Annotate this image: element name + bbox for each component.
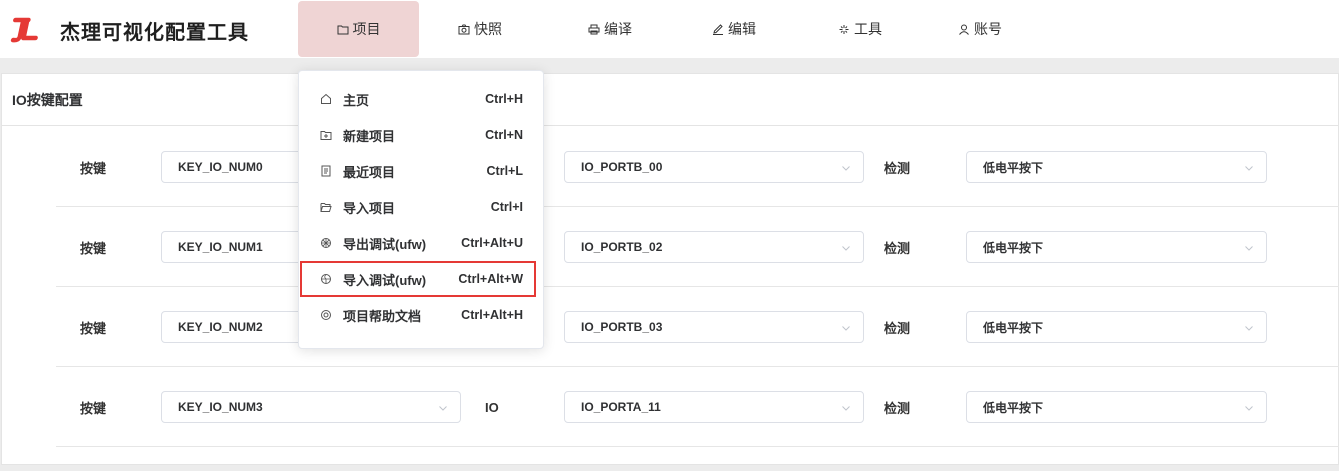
menu-item-label: 导入项目 bbox=[343, 200, 396, 216]
config-row: 按键 KEY_IO_NUM2 IO IO_PORTB_03 检测 低电平按下 bbox=[56, 287, 1339, 367]
detect-label: 检测 bbox=[884, 320, 911, 336]
menu-item-shortcut: Ctrl+Alt+H bbox=[461, 308, 523, 322]
menu-item-project-help[interactable]: 项目帮助文档 Ctrl+Alt+H bbox=[299, 297, 543, 333]
export-debug-icon bbox=[319, 236, 333, 250]
menu-item-shortcut: Ctrl+L bbox=[486, 164, 523, 178]
menu-item-label: 导出调试(ufw) bbox=[343, 236, 427, 252]
config-row: 按键 KEY_IO_NUM1 IO IO_PORTB_02 检测 低电平按下 bbox=[56, 207, 1339, 287]
menu-item-label: 导入调试(ufw) bbox=[343, 272, 427, 288]
help-icon bbox=[319, 308, 333, 322]
key-label: 按键 bbox=[80, 320, 107, 336]
sparkle-icon bbox=[838, 24, 850, 35]
project-dropdown-menu: 主页 Ctrl+H 新建项目 Ctrl+N 最近项目 Ctrl+L 导入项目 C… bbox=[298, 70, 544, 349]
nav-compile[interactable]: 编译 bbox=[570, 1, 650, 57]
top-bar: 杰理可视化配置工具 项目 快照 编译 编辑 工具 账号 bbox=[0, 0, 1339, 58]
menu-item-label: 新建项目 bbox=[343, 128, 396, 144]
printer-icon bbox=[588, 24, 600, 35]
detect-select[interactable]: 低电平按下 bbox=[966, 391, 1267, 423]
chevron-down-icon bbox=[841, 162, 851, 176]
detect-label: 检测 bbox=[884, 240, 911, 256]
nav-project-label: 项目 bbox=[352, 21, 381, 37]
chevron-down-icon bbox=[841, 402, 851, 416]
menu-item-shortcut: Ctrl+Alt+U bbox=[461, 236, 523, 250]
key-label: 按键 bbox=[80, 160, 107, 176]
detect-select-value: 低电平按下 bbox=[983, 240, 1044, 255]
nav-edit[interactable]: 编辑 bbox=[694, 1, 774, 57]
menu-item-shortcut: Ctrl+H bbox=[485, 92, 523, 106]
detect-select-value: 低电平按下 bbox=[983, 320, 1044, 335]
user-icon bbox=[958, 24, 970, 35]
chevron-down-icon bbox=[1244, 162, 1254, 176]
folder-open-icon bbox=[319, 200, 333, 214]
io-select-value: IO_PORTB_00 bbox=[581, 160, 663, 174]
config-row: 按键 KEY_IO_NUM3 IO IO_PORTA_11 检测 低电平按下 bbox=[56, 367, 1339, 447]
io-key-config-panel: IO按键配置 按键 KEY_IO_NUM0 IO IO_PORTB_00 检测 … bbox=[1, 73, 1339, 465]
nav-account-label: 账号 bbox=[974, 21, 1002, 37]
nav-snapshot-label: 快照 bbox=[474, 21, 502, 37]
import-debug-icon bbox=[319, 272, 333, 286]
chevron-down-icon bbox=[841, 322, 851, 336]
detect-select-value: 低电平按下 bbox=[983, 400, 1044, 415]
key-select-value: KEY_IO_NUM1 bbox=[178, 240, 263, 254]
app-title: 杰理可视化配置工具 bbox=[60, 22, 249, 44]
detect-label: 检测 bbox=[884, 400, 911, 416]
chevron-down-icon bbox=[1244, 402, 1254, 416]
config-row: 按键 KEY_IO_NUM0 IO IO_PORTB_00 检测 低电平按下 bbox=[56, 127, 1339, 207]
nav-snapshot[interactable]: 快照 bbox=[440, 1, 520, 57]
menu-item-export-debug[interactable]: 导出调试(ufw) Ctrl+Alt+U bbox=[299, 225, 543, 261]
document-icon bbox=[319, 164, 333, 178]
chevron-down-icon bbox=[1244, 322, 1254, 336]
key-select-value: KEY_IO_NUM3 bbox=[178, 400, 263, 414]
detect-label: 检测 bbox=[884, 160, 911, 176]
nav-edit-label: 编辑 bbox=[728, 21, 756, 37]
io-select-value: IO_PORTB_02 bbox=[581, 240, 663, 254]
detect-select[interactable]: 低电平按下 bbox=[966, 151, 1267, 183]
io-select[interactable]: IO_PORTA_11 bbox=[564, 391, 864, 423]
key-label: 按键 bbox=[80, 240, 107, 256]
menu-item-shortcut: Ctrl+N bbox=[485, 128, 523, 142]
io-select[interactable]: IO_PORTB_02 bbox=[564, 231, 864, 263]
home-icon bbox=[319, 92, 333, 106]
menu-item-shortcut: Ctrl+I bbox=[490, 200, 523, 214]
io-select[interactable]: IO_PORTB_03 bbox=[564, 311, 864, 343]
detect-select[interactable]: 低电平按下 bbox=[966, 231, 1267, 263]
menu-item-import-project[interactable]: 导入项目 Ctrl+I bbox=[299, 189, 543, 225]
nav-compile-label: 编译 bbox=[604, 21, 632, 37]
key-select-value: KEY_IO_NUM2 bbox=[178, 320, 263, 334]
detect-select-value: 低电平按下 bbox=[983, 160, 1044, 175]
key-label: 按键 bbox=[80, 400, 107, 416]
folder-icon bbox=[337, 24, 349, 35]
key-select[interactable]: KEY_IO_NUM3 bbox=[161, 391, 461, 423]
logo-icon bbox=[8, 14, 40, 46]
menu-item-label: 主页 bbox=[343, 92, 370, 108]
menu-item-label: 项目帮助文档 bbox=[343, 308, 422, 324]
nav-account[interactable]: 账号 bbox=[940, 1, 1020, 57]
menu-item-shortcut: Ctrl+Alt+W bbox=[458, 272, 523, 286]
panel-title: IO按键配置 bbox=[2, 74, 1338, 126]
menu-item-recent-projects[interactable]: 最近项目 Ctrl+L bbox=[299, 153, 543, 189]
io-select-value: IO_PORTB_03 bbox=[581, 320, 663, 334]
pencil-icon bbox=[712, 23, 724, 35]
menu-item-import-debug[interactable]: 导入调试(ufw) Ctrl+Alt+W bbox=[300, 261, 536, 297]
camera-icon bbox=[458, 24, 470, 35]
io-select[interactable]: IO_PORTB_00 bbox=[564, 151, 864, 183]
folder-add-icon bbox=[319, 128, 333, 142]
key-select-value: KEY_IO_NUM0 bbox=[178, 160, 263, 174]
menu-item-label: 最近项目 bbox=[343, 164, 396, 180]
io-label: IO bbox=[485, 399, 499, 415]
chevron-down-icon bbox=[1244, 242, 1254, 256]
io-select-value: IO_PORTA_11 bbox=[581, 400, 661, 414]
chevron-down-icon bbox=[438, 402, 448, 416]
nav-project[interactable]: 项目 bbox=[298, 1, 419, 57]
menu-item-new-project[interactable]: 新建项目 Ctrl+N bbox=[299, 117, 543, 153]
nav-tools-label: 工具 bbox=[854, 21, 882, 37]
nav-tools[interactable]: 工具 bbox=[820, 1, 900, 57]
menu-item-home[interactable]: 主页 Ctrl+H bbox=[299, 81, 543, 117]
detect-select[interactable]: 低电平按下 bbox=[966, 311, 1267, 343]
chevron-down-icon bbox=[841, 242, 851, 256]
